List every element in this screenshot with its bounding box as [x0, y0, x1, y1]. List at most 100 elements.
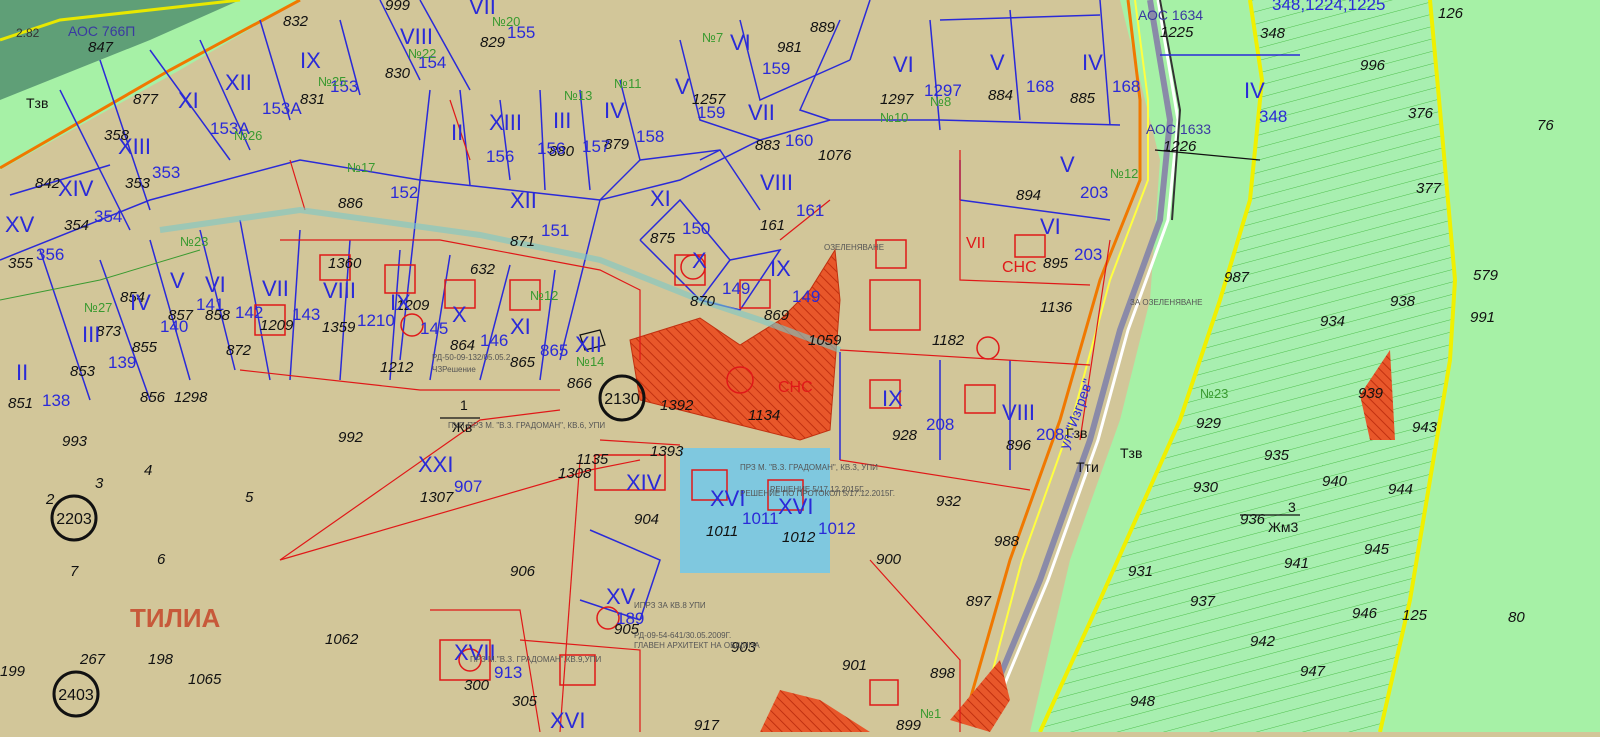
parcel-number: 991: [1470, 309, 1495, 326]
annotation: РД-09-54-641/30.05.2009Г.: [634, 631, 731, 640]
parcel-number: 866: [567, 375, 593, 392]
block-number: 913: [494, 663, 522, 682]
parcel-number: 1012: [782, 529, 816, 546]
block-number: 354: [94, 207, 122, 226]
parcel-number: 1182: [932, 332, 965, 349]
parcel-number: 869: [764, 307, 790, 324]
lot-number-label: №25: [318, 74, 346, 89]
block-number: 145: [420, 319, 448, 338]
block-roman-label: XI: [650, 186, 671, 211]
block-roman-label: V: [1060, 152, 1075, 177]
parcel-number: 904: [634, 511, 659, 528]
block-number: 139: [108, 353, 136, 372]
circled-number: 2130: [604, 391, 640, 408]
parcel-number: 1059: [808, 332, 842, 349]
annotation: ЗА ОЗЕЛЕНЯВАНЕ: [1130, 298, 1202, 307]
block-roman-label: XV: [606, 584, 636, 609]
parcel-number: 945: [1364, 541, 1390, 558]
block-roman-label: X: [692, 248, 707, 273]
parcel-number: 894: [1016, 187, 1041, 204]
block-number: 203: [1074, 245, 1102, 264]
block-roman-label: XXI: [418, 452, 453, 477]
block-roman-label: V: [675, 74, 690, 99]
block-number: 153A: [262, 99, 302, 118]
zone-label: Жм3: [1268, 519, 1299, 535]
lot-number-label: №27: [84, 300, 112, 315]
lot-number-label: №23: [180, 234, 208, 249]
annotation: ПРЗ М. "В.З. ГРАДОМАН", КВ.3, УПИ: [740, 463, 878, 472]
aoc-label: АОС 1634: [1138, 7, 1203, 23]
parcel-number: 126: [1438, 5, 1464, 22]
aoc-label: АОС 766П: [68, 23, 135, 39]
block-number: 1210: [357, 311, 395, 330]
parcel-number: 3: [95, 475, 104, 492]
lot-number-label: №17: [347, 160, 375, 175]
annotation: ПРЗ М."В.З. ГРАДОМАН",КВ.9,УПИ: [470, 655, 601, 664]
block-number: 1012: [818, 519, 856, 538]
parcel-number: 198: [148, 651, 174, 668]
parcel-number: 80: [1508, 609, 1525, 626]
parcel-number: 934: [1320, 313, 1345, 330]
parcel-number: 897: [966, 593, 992, 610]
annotation: РЕШЕНИЕ ПО ПРОТОКОЛ 5/17.12.2015Г.: [740, 489, 895, 498]
block-number: 143: [292, 305, 320, 324]
parcel-number: 898: [930, 665, 956, 682]
block-roman-label: VII: [262, 276, 289, 301]
parcel-number: 886: [338, 195, 364, 212]
parcel-number: 900: [876, 551, 902, 568]
parcel-number: 1212: [380, 359, 414, 376]
parcel-number: 981: [777, 39, 802, 56]
parcel-number: 992: [338, 429, 364, 446]
block-number: 138: [42, 391, 70, 410]
parcel-number: 931: [1128, 563, 1153, 580]
snc-label: СНС: [778, 379, 813, 396]
block-number: 865: [540, 341, 568, 360]
annotation: ПУП-ПРЗ М. "В.З. ГРАДОМАН", КВ.6, УПИ: [448, 421, 605, 430]
parcel-number: 875: [650, 230, 676, 247]
parcel-number: 76: [1537, 117, 1554, 134]
parcel-number: 1136: [1040, 299, 1073, 316]
parcel-number: 944: [1388, 481, 1413, 498]
block-number: 208: [926, 415, 954, 434]
district-label: ТИЛИА: [130, 603, 221, 633]
block-roman-label: IV: [604, 98, 625, 123]
parcel-number: 1392: [660, 397, 694, 414]
parcel-number: 899: [896, 717, 922, 732]
parcel-number: 884: [988, 87, 1013, 104]
block-number: 168: [1026, 77, 1054, 96]
block-number: 168: [1112, 77, 1140, 96]
parcel-number: 1076: [818, 147, 852, 164]
block-number: 159: [697, 103, 725, 122]
block-roman-label: VI: [205, 272, 226, 297]
parcel-number: 842: [35, 175, 61, 192]
block-roman-label: VI: [730, 30, 751, 55]
parcel-number: 125: [1402, 607, 1428, 624]
parcel-number: 4: [144, 462, 152, 479]
cadastral-map[interactable]: 832 999 829 889 981 847 830 877 831 1257 1297 884 88…: [0, 0, 1600, 734]
block-number: 149: [722, 279, 750, 298]
block-number: 348: [1259, 107, 1287, 126]
lot-number-label: №26: [234, 128, 262, 143]
circled-number: 2203: [56, 511, 92, 528]
parcel-number: 940: [1322, 473, 1348, 490]
block-roman-label: IX: [300, 48, 321, 73]
parcel-number: 877: [133, 91, 159, 108]
lot-number-label: №12: [1110, 166, 1138, 181]
parcel-number: 1134: [748, 407, 780, 424]
parcel-number: 939: [1358, 385, 1384, 402]
snc-label: СНС: [1002, 259, 1037, 276]
parcel-number: 632: [470, 261, 496, 278]
parcel-number: 5: [245, 489, 254, 506]
block-roman-label: XIII: [118, 134, 151, 159]
block-number: 160: [785, 131, 813, 150]
block-roman-label: III: [82, 322, 100, 347]
parcel-number: 941: [1284, 555, 1309, 572]
parcel-number: 831: [300, 91, 325, 108]
parcel-number: 895: [1043, 255, 1069, 272]
parcel-number: 864: [450, 337, 475, 354]
block-roman-label: V: [990, 50, 1005, 75]
block-number: 156: [537, 139, 565, 158]
lot-number-label: №20: [492, 14, 520, 29]
parcel-number: 856: [140, 389, 166, 406]
parcel-number: 938: [1390, 293, 1416, 310]
